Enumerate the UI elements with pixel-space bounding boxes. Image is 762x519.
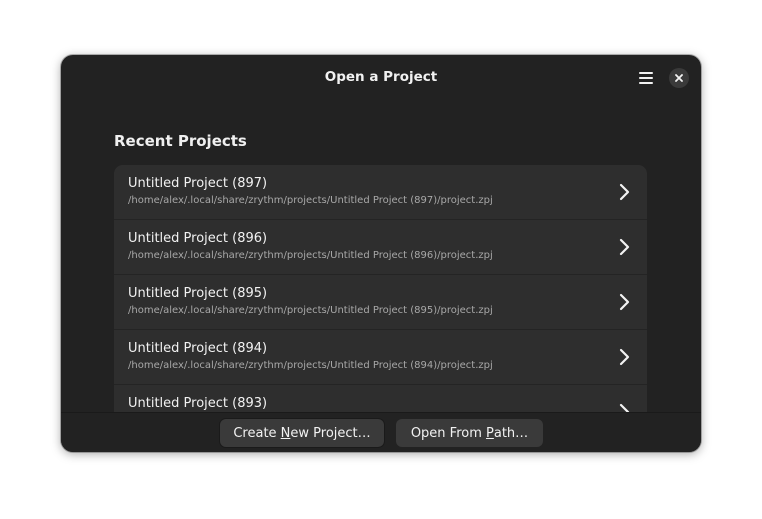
chevron-right-icon	[619, 238, 630, 256]
project-path: /home/alex/.local/share/zrythm/projects/…	[128, 360, 493, 371]
main-menu-button[interactable]	[633, 66, 659, 90]
action-bar: Create New Project… Open From Path…	[61, 412, 701, 452]
create-new-project-button[interactable]: Create New Project…	[220, 419, 384, 447]
list-item[interactable]: Untitled Project (894) /home/alex/.local…	[114, 330, 647, 385]
list-item[interactable]: Untitled Project (893)	[114, 385, 647, 412]
project-path: /home/alex/.local/share/zrythm/projects/…	[128, 195, 493, 206]
chevron-right-icon	[619, 183, 630, 201]
open-from-path-button[interactable]: Open From Path…	[396, 419, 543, 447]
chevron-right-icon	[619, 293, 630, 311]
list-item[interactable]: Untitled Project (897) /home/alex/.local…	[114, 165, 647, 220]
header-bar: Open a Project	[61, 55, 701, 101]
create-label-prefix: Create	[233, 425, 281, 441]
create-label-mnemonic: N	[280, 425, 291, 441]
window-title: Open a Project	[324, 69, 438, 85]
open-label-suffix: ath…	[493, 425, 529, 441]
project-path: /home/alex/.local/share/zrythm/projects/…	[128, 305, 493, 316]
list-item[interactable]: Untitled Project (895) /home/alex/.local…	[114, 275, 647, 330]
project-title: Untitled Project (895)	[128, 286, 268, 301]
close-icon	[675, 74, 683, 82]
chevron-right-icon	[619, 348, 630, 366]
project-title: Untitled Project (894)	[128, 341, 268, 356]
chevron-right-icon	[619, 403, 630, 412]
create-label-suffix: ew Project…	[290, 425, 371, 441]
recent-projects-heading: Recent Projects	[114, 132, 247, 150]
project-title: Untitled Project (897)	[128, 176, 268, 191]
list-item[interactable]: Untitled Project (896) /home/alex/.local…	[114, 220, 647, 275]
recent-projects-scroll[interactable]: Untitled Project (897) /home/alex/.local…	[114, 165, 647, 412]
open-label-mnemonic: P	[486, 425, 494, 441]
open-project-dialog: Open a Project Recent Projects Untitled …	[61, 55, 701, 452]
project-title: Untitled Project (893)	[128, 396, 268, 411]
recent-projects-list: Untitled Project (897) /home/alex/.local…	[114, 165, 647, 412]
project-path: /home/alex/.local/share/zrythm/projects/…	[128, 250, 493, 261]
hamburger-menu-icon	[639, 72, 653, 84]
project-title: Untitled Project (896)	[128, 231, 268, 246]
open-label-prefix: Open From	[410, 425, 487, 441]
close-button[interactable]	[669, 68, 689, 88]
